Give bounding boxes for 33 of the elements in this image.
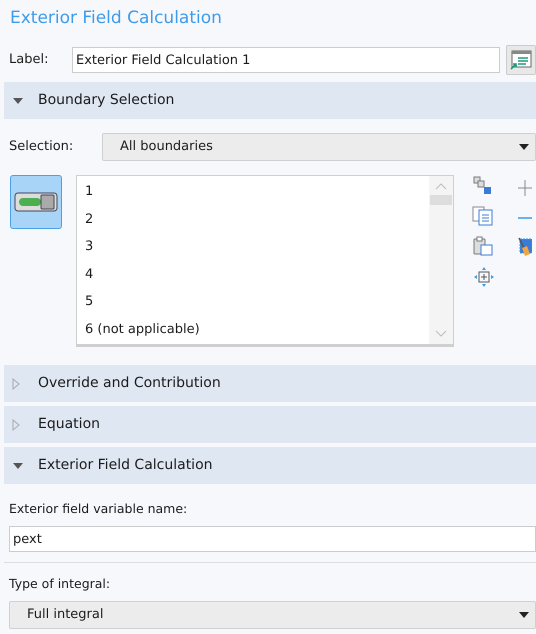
section-title: Boundary Selection bbox=[38, 91, 174, 110]
list-item[interactable]: 2 bbox=[85, 210, 429, 237]
comment-button[interactable] bbox=[506, 45, 536, 75]
section-title: Exterior Field Calculation bbox=[38, 456, 213, 475]
selection-dropdown[interactable]: All boundaries bbox=[102, 133, 536, 161]
scrollbar[interactable] bbox=[429, 176, 453, 344]
scroll-thumb[interactable] bbox=[430, 195, 452, 205]
label-field[interactable]: Exterior Field Calculation 1 bbox=[72, 47, 500, 73]
section-header[interactable]: Equation bbox=[4, 406, 536, 443]
toggle-switch-icon bbox=[14, 191, 58, 213]
section-header[interactable]: Exterior Field Calculation bbox=[4, 447, 536, 484]
variable-name-field[interactable]: pext bbox=[9, 526, 536, 552]
zoom-to-selection-icon[interactable] bbox=[472, 266, 496, 288]
activation-toggle[interactable] bbox=[10, 175, 62, 229]
selection-caption: Selection: bbox=[9, 138, 74, 156]
section-header[interactable]: Boundary Selection bbox=[4, 82, 536, 119]
field-caption: Exterior field variable name: bbox=[9, 500, 188, 518]
integral-type-dropdown[interactable]: Full integral bbox=[9, 601, 536, 629]
clear-selection-icon[interactable] bbox=[518, 236, 532, 258]
dropdown-caret-icon bbox=[519, 612, 529, 618]
label-caption: Label: bbox=[9, 51, 50, 70]
boundary-list[interactable]: 1 2 3 4 5 6 (not applicable) bbox=[76, 175, 454, 347]
list-item[interactable]: 5 bbox=[85, 292, 429, 320]
dropdown-caret-icon bbox=[519, 144, 529, 150]
list-item[interactable]: 6 (not applicable) bbox=[85, 320, 429, 347]
section-header[interactable]: Override and Contribution bbox=[4, 365, 536, 402]
field-caption: Type of integral: bbox=[9, 575, 112, 593]
list-item[interactable]: 4 bbox=[85, 264, 429, 292]
section-title: Equation bbox=[38, 415, 100, 434]
list-item[interactable]: 3 bbox=[85, 237, 429, 264]
list-item[interactable]: 1 bbox=[85, 182, 429, 210]
section-title: Override and Contribution bbox=[38, 374, 221, 393]
panel-title: Exterior Field Calculation bbox=[9, 7, 223, 30]
